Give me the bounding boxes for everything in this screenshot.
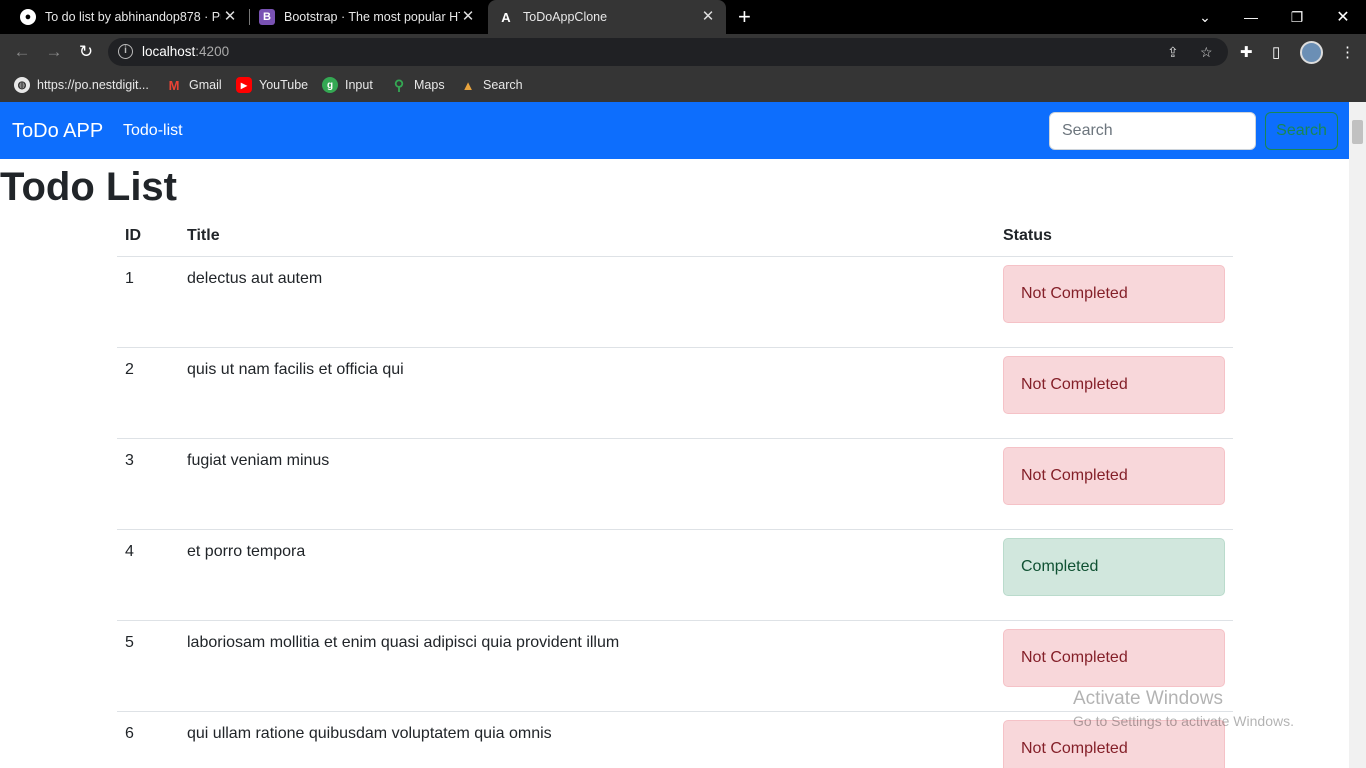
youtube-icon: ▶: [236, 77, 252, 93]
bookmark-star-icon[interactable]: ☆: [1200, 44, 1213, 61]
reload-icon[interactable]: ↻: [75, 41, 97, 63]
column-header-status: Status: [995, 216, 1233, 257]
todo-id: 2: [117, 347, 179, 439]
status-cell: Completed: [995, 529, 1233, 621]
tab-search-chevron-icon[interactable]: ⌄: [1182, 0, 1228, 34]
profile-avatar[interactable]: [1300, 41, 1323, 64]
table-row: 3 fugiat veniam minus Not Completed: [117, 438, 1233, 530]
bookmark-label: Maps: [414, 78, 445, 92]
angular-icon: A: [501, 9, 511, 25]
scrollbar-thumb[interactable]: [1352, 120, 1363, 144]
todo-table: ID Title Status 1 delectus aut autem Not…: [117, 216, 1233, 768]
page-title: Todo List: [0, 165, 177, 209]
windows-activation-watermark: Activate Windows Go to Settings to activ…: [1073, 688, 1294, 729]
browser-tab-3-active[interactable]: A ToDoAppClone ✕: [488, 0, 726, 34]
search-bookmark-icon: ▲: [461, 77, 475, 93]
forward-icon[interactable]: →: [43, 41, 65, 63]
status-cell: Not Completed: [995, 347, 1233, 439]
todo-title: qui ullam ratione quibusdam voluptatem q…: [179, 711, 995, 768]
gmail-icon: M: [168, 77, 180, 93]
globe-icon: ◍: [14, 77, 30, 93]
github-icon: ●: [20, 9, 36, 25]
table-row: 2 quis ut nam facilis et officia qui Not…: [117, 347, 1233, 439]
nav-link-todo-list[interactable]: Todo-list: [123, 122, 183, 140]
bookmark-item[interactable]: ⚲ Maps: [391, 77, 445, 93]
bookmark-label: YouTube: [259, 78, 309, 92]
minimize-icon[interactable]: —: [1228, 0, 1274, 34]
navbar-brand[interactable]: ToDo APP: [12, 120, 103, 143]
tab-title: Bootstrap · The most popular HTI: [284, 10, 460, 24]
url-port: :4200: [195, 44, 230, 59]
bookmark-label: https://po.nestdigit...: [37, 78, 149, 92]
todo-id: 6: [117, 711, 179, 768]
todo-title: delectus aut autem: [179, 256, 995, 348]
status-badge: Not Completed: [1003, 355, 1225, 414]
page-scrollbar[interactable]: [1349, 102, 1366, 768]
watermark-line-2: Go to Settings to activate Windows.: [1073, 713, 1294, 729]
menu-dots-icon[interactable]: ⋮: [1340, 43, 1355, 61]
search-button[interactable]: Search: [1265, 112, 1338, 150]
browser-tab-1[interactable]: ● To do list by abhinandop878 · Pu ✕: [8, 0, 248, 34]
input-icon: g: [322, 77, 338, 93]
bookmark-item[interactable]: ◍ https://po.nestdigit...: [14, 77, 149, 93]
extensions-icon[interactable]: ✚: [1240, 43, 1253, 61]
tab-title: ToDoAppClone: [523, 10, 608, 24]
bookmark-item[interactable]: M Gmail: [166, 77, 222, 93]
search-input[interactable]: [1049, 112, 1256, 150]
url-host: localhost: [142, 44, 196, 59]
side-panel-icon[interactable]: ▯: [1272, 43, 1280, 61]
todo-id: 5: [117, 620, 179, 712]
bookmark-item[interactable]: g Input: [322, 77, 373, 93]
app-navbar: ToDo APP Todo-list Search: [0, 102, 1349, 159]
bootstrap-icon: B: [259, 9, 275, 25]
close-window-icon[interactable]: ✕: [1320, 0, 1366, 34]
maps-icon: ⚲: [393, 76, 405, 93]
status-badge: Not Completed: [1003, 264, 1225, 323]
status-cell: Not Completed: [995, 438, 1233, 530]
bookmark-item[interactable]: ▲ Search: [460, 77, 523, 93]
close-icon[interactable]: ✕: [222, 9, 238, 25]
todo-title: laboriosam mollitia et enim quasi adipis…: [179, 620, 995, 712]
status-cell: Not Completed: [995, 256, 1233, 348]
table-row: 4 et porro tempora Completed: [117, 529, 1233, 621]
close-icon[interactable]: ✕: [700, 9, 716, 25]
tab-title: To do list by abhinandop878 · Pu: [45, 10, 221, 24]
column-header-title: Title: [179, 216, 995, 257]
bookmark-item[interactable]: ▶ YouTube: [236, 77, 308, 93]
browser-titlebar: ● To do list by abhinandop878 · Pu ✕ B B…: [0, 0, 1366, 34]
new-tab-button[interactable]: +: [738, 6, 751, 28]
status-badge: Not Completed: [1003, 446, 1225, 505]
status-badge: Not Completed: [1003, 628, 1225, 687]
site-info-icon[interactable]: i: [118, 44, 133, 59]
close-icon[interactable]: ✕: [460, 9, 476, 25]
browser-toolbar: ← → ↻ i localhost:4200 ⇪ ☆ ✚ ▯ ⋮: [0, 34, 1366, 70]
watermark-line-1: Activate Windows: [1073, 688, 1223, 709]
address-bar[interactable]: i localhost:4200 ⇪ ☆: [108, 38, 1228, 66]
todo-id: 4: [117, 529, 179, 621]
column-header-id: ID: [117, 216, 179, 257]
bookmark-label: Search: [483, 78, 523, 92]
url-text: localhost:4200: [142, 44, 229, 59]
table-row: 5 laboriosam mollitia et enim quasi adip…: [117, 620, 1233, 712]
todo-title: fugiat veniam minus: [179, 438, 995, 530]
bookmark-label: Input: [345, 78, 373, 92]
table-header-row: ID Title Status: [117, 216, 1233, 257]
table-row: 6 qui ullam ratione quibusdam voluptatem…: [117, 711, 1233, 768]
back-icon[interactable]: ←: [11, 41, 33, 63]
share-icon[interactable]: ⇪: [1167, 44, 1179, 61]
browser-tab-2[interactable]: B Bootstrap · The most popular HTI ✕: [250, 0, 486, 34]
todo-title: quis ut nam facilis et officia qui: [179, 347, 995, 439]
todo-id: 1: [117, 256, 179, 348]
todo-title: et porro tempora: [179, 529, 995, 621]
status-badge: Completed: [1003, 537, 1225, 596]
page-viewport: ToDo APP Todo-list Search Todo List ID T…: [0, 102, 1349, 768]
table-row: 1 delectus aut autem Not Completed: [117, 256, 1233, 348]
bookmarks-bar: ◍ https://po.nestdigit... M Gmail ▶ YouT…: [0, 70, 1366, 102]
restore-icon[interactable]: ❐: [1274, 0, 1320, 34]
bookmark-label: Gmail: [189, 78, 222, 92]
todo-id: 3: [117, 438, 179, 530]
